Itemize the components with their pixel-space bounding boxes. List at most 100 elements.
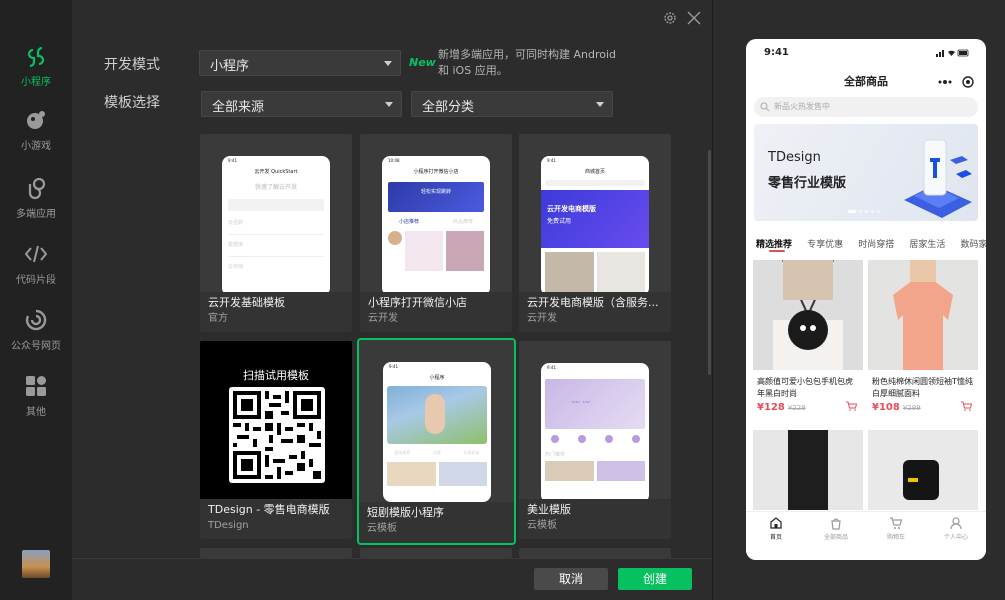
mockup-row: 数据库 (228, 242, 244, 248)
add-cart-icon[interactable] (960, 401, 972, 411)
qr-code-icon (233, 391, 321, 479)
template-card-short-drama[interactable]: 9:41 小程序 剧场推荐 分类 分享好友 短剧模版小程序 云模板 (357, 338, 516, 545)
template-card-tdesign-retail[interactable]: 扫描试用模板 TDesign - 零售电商模版 TDesign (200, 341, 352, 539)
template-info: 美业模版 云模板 (519, 499, 671, 539)
cancel-button[interactable]: 取消 (534, 568, 608, 590)
product-image (868, 430, 978, 510)
mockup-time: 9:41 (228, 158, 237, 163)
template-phone-mockup: 9:41 云开发 QuickStart 快速了解云开发 云函数 数据库 云存储 (222, 156, 330, 292)
mockup-tab: 商品推荐 (452, 219, 473, 225)
mockup-header: 小程序打开微信小店 (413, 169, 459, 175)
sidebar-item-multiplatform[interactable]: 多端应用 (0, 176, 72, 236)
tabbar-profile[interactable]: 个人中心 (926, 516, 986, 541)
product-card[interactable]: 高颜值可爱小包包手机包虎年黑白时尚 ¥128 ¥229 (753, 259, 863, 413)
settings-icon[interactable] (662, 10, 678, 26)
template-card-partial[interactable] (200, 548, 352, 558)
source-filter-select[interactable]: 全部来源 (201, 91, 402, 117)
phone-preview: 9:41 全部商品 新品火热发售中 TDesign 零售行业模版 精选推荐 专享… (746, 39, 986, 560)
mockup-nav: 分享好友 (463, 450, 480, 455)
template-source: TDesign (208, 520, 249, 531)
sidebar-item-official-account[interactable]: 公众号网页 (0, 308, 72, 368)
new-feature-description: 新增多端应用，可同时构建 Android 和 iOS 应用。 (438, 48, 617, 77)
sidebar-item-miniprogram[interactable]: 小程序 (0, 44, 72, 104)
qr-code (229, 387, 325, 483)
product-old-price: ¥229 (787, 404, 806, 412)
template-title: 云开发基础模板 (208, 296, 285, 309)
template-source: 云模板 (367, 523, 397, 534)
banner-line2: 零售行业模版 (768, 176, 847, 191)
phone-tab[interactable]: 专享优惠 (807, 237, 843, 250)
banner-illustration-icon (904, 139, 972, 218)
category-filter-select[interactable]: 全部分类 (411, 91, 613, 117)
mockup-heading: 云开发电商模版 (547, 205, 596, 213)
template-source: 云开发 (527, 313, 557, 324)
template-preview: 9:41 〰 〰 热门推荐 (519, 341, 671, 499)
template-title: TDesign - 零售电商模版 (208, 503, 330, 516)
template-info: 云开发基础模板 官方 (200, 292, 352, 332)
mockup-heading: 轻松实现跳转 (388, 182, 484, 212)
template-info: 短剧模版小程序 云模板 (359, 502, 514, 543)
minigame-icon (27, 111, 45, 129)
template-card-partial[interactable] (360, 548, 512, 558)
tabbar-cart[interactable]: 购物车 (866, 516, 926, 541)
template-preview: 9:41 商城首页 云开发电商模版 免费试用 (519, 134, 671, 292)
capsule-menu-icon[interactable] (932, 74, 978, 90)
phone-tab[interactable]: 时尚穿搭 (858, 237, 894, 250)
sidebar-item-label: 公众号网页 (11, 341, 61, 352)
mockup-row: 云存储 (228, 264, 244, 270)
banner-line1: TDesign (768, 150, 821, 165)
template-card-beauty[interactable]: 9:41 〰 〰 热门推荐 美业模版 云模板 (519, 341, 671, 539)
phone-banner[interactable]: TDesign 零售行业模版 (754, 124, 978, 221)
product-card[interactable]: 粉色纯棉休闲圆领短袖T恤纯白厚细腻面料 ¥108 ¥299 (868, 260, 978, 413)
sidebar-item-code-snippet[interactable]: 代码片段 (0, 242, 72, 302)
mockup-heading: 快速了解云开发 (254, 184, 297, 191)
source-filter-value: 全部来源 (212, 100, 265, 115)
mockup-nav: 剧场推荐 (394, 450, 411, 455)
mockup-time: 10:08 (388, 158, 400, 163)
mockup-row: 云函数 (228, 220, 244, 226)
phone-search-input[interactable]: 新品火热发售中 (754, 97, 978, 117)
signal-wifi-battery-icon (936, 49, 969, 57)
code-snippet-icon (24, 245, 48, 263)
template-source: 云开发 (368, 313, 398, 324)
phone-tab[interactable]: 居家生活 (909, 237, 945, 250)
tabbar-all-products[interactable]: 全部商品 (806, 516, 866, 541)
tabbar-home[interactable]: 首页 (746, 516, 806, 541)
avatar[interactable] (22, 550, 50, 578)
create-button[interactable]: 创建 (618, 568, 692, 590)
template-preview: 9:41 小程序 剧场推荐 分类 分享好友 (359, 340, 514, 502)
add-cart-icon[interactable] (845, 401, 857, 411)
mockup-header: 云开发 QuickStart (254, 169, 298, 175)
template-info: 小程序打开微信小店 云开发 (360, 292, 512, 332)
chevron-down-icon (384, 61, 392, 66)
sidebar-item-minigame[interactable]: 小游戏 (0, 108, 72, 168)
chevron-down-icon (385, 102, 393, 107)
qr-hint-text: 扫描试用模板 (243, 369, 309, 382)
template-card-wechat-store[interactable]: 10:08 小程序打开微信小店 轻松实现跳转 小店推荐 商品推荐 小程序打开微信… (360, 134, 512, 332)
cart-icon (890, 517, 903, 529)
mockup-time: 9:41 (389, 364, 398, 369)
template-title: 小程序打开微信小店 (368, 296, 467, 309)
mockup-row: 免费试用 (547, 218, 572, 225)
template-card-partial[interactable] (519, 548, 671, 558)
product-image (753, 259, 863, 370)
mockup-nav: 分类 (432, 450, 441, 455)
product-name: 高颜值可爱小包包手机包虎年黑白时尚 (757, 377, 853, 398)
create-project-panel: 开发模式 小程序 New 新增多端应用，可同时构建 Android 和 iOS … (72, 0, 712, 600)
phone-tab[interactable]: 数码家电 (960, 237, 986, 250)
phone-tab[interactable]: 精选推荐 (756, 237, 792, 250)
user-icon (950, 517, 962, 530)
scrollbar[interactable] (708, 150, 711, 375)
dev-mode-select[interactable]: 小程序 (199, 50, 401, 76)
dev-mode-value: 小程序 (210, 59, 250, 74)
mockup-time: 9:41 (547, 158, 556, 163)
sidebar-item-other[interactable]: 其他 (0, 374, 72, 434)
tabbar-label: 个人中心 (943, 534, 968, 541)
close-icon[interactable] (686, 10, 702, 26)
phone-time: 9:41 (764, 47, 789, 58)
qr-overlay: 扫描试用模板 (200, 341, 352, 499)
sidebar-item-label: 其他 (26, 407, 46, 418)
template-card-ecommerce[interactable]: 9:41 商城首页 云开发电商模版 免费试用 云开发电商模版（含服务... 云开… (519, 134, 671, 332)
template-title: 美业模版 (527, 503, 571, 516)
template-card-cloud-basic[interactable]: 9:41 云开发 QuickStart 快速了解云开发 云函数 数据库 云存储 … (200, 134, 352, 332)
